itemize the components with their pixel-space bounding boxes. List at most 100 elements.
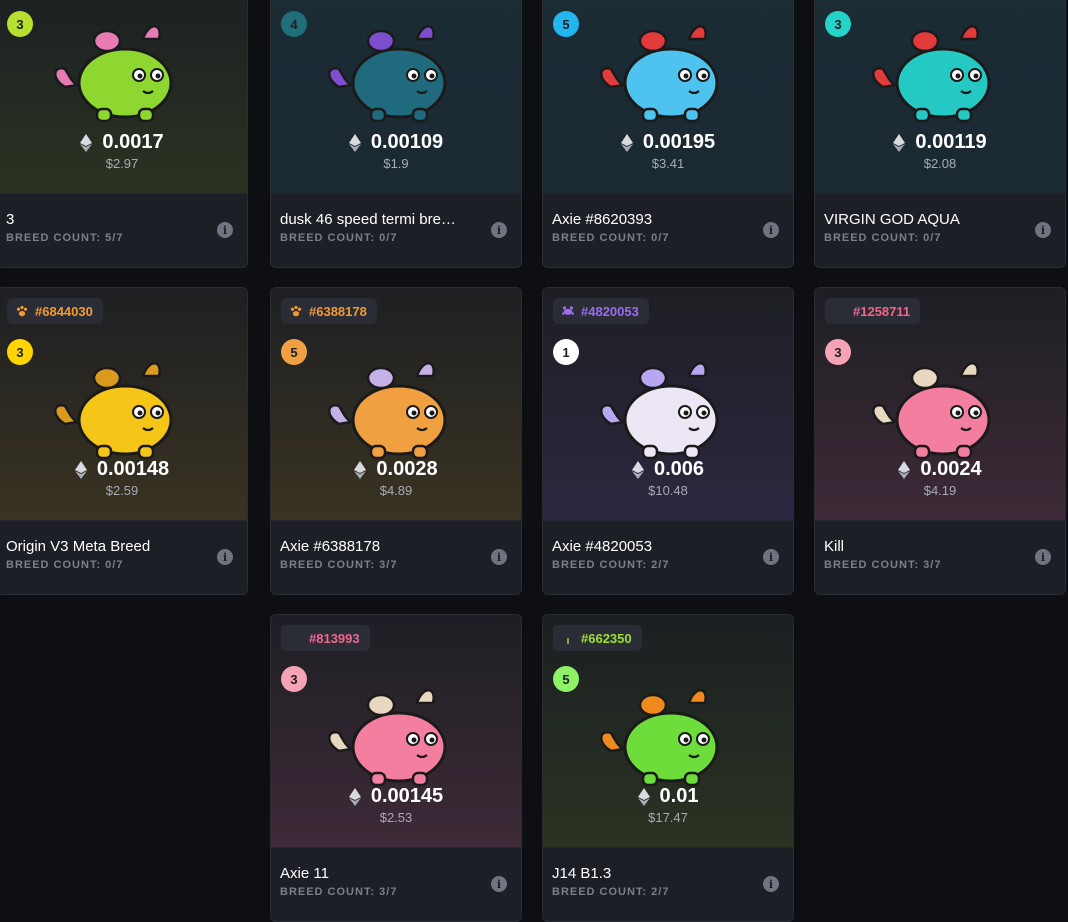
price-usd: $4.19 (923, 483, 957, 498)
price-eth: 0.0017 (102, 131, 164, 153)
class-id-tag: #662350 (553, 625, 642, 651)
axie-card-footer: VIRGIN GOD AQUA BREED COUNT: 0/7 i (815, 193, 1065, 267)
axie-card[interactable]: #4820053 1 0.006 $10.48 Axie #4820053 BREED … (542, 287, 794, 595)
info-icon[interactable]: i (1035, 222, 1051, 238)
axie-card-preview: #6388178 5 0.0028 $4.89 (271, 288, 521, 520)
axie-card[interactable]: #662350 5 0.01 $17.47 J14 B1.3 BREED COUNT: … (542, 614, 794, 922)
breed-stage-badge: 4 (281, 11, 307, 37)
class-id-tag: #1258711 (825, 298, 921, 324)
axie-card-footer: 3 BREED COUNT: 5/7 i (0, 193, 247, 267)
axie-illustration-shape (328, 362, 447, 460)
price-usd: $4.89 (379, 483, 413, 498)
price-eth: 0.01 (659, 785, 699, 807)
price-eth: 0.00195 (642, 131, 716, 153)
ethereum-icon (893, 133, 906, 152)
info-icon[interactable]: i (1035, 549, 1051, 565)
axie-card[interactable]: #813993 3 0.00145 $2.53 Axie 11 BREED COUNT:… (270, 614, 522, 922)
info-icon[interactable]: i (491, 549, 507, 565)
axie-card-footer: Axie #6388178 BREED COUNT: 3/7 i (271, 520, 521, 594)
axie-card-footer: Axie #4820053 BREED COUNT: 2/7 i (543, 520, 793, 594)
axie-id-label: #1258711 (853, 303, 911, 319)
info-icon[interactable]: i (491, 876, 507, 892)
axie-illustration-shape (600, 689, 719, 787)
breed-count: BREED COUNT: 0/7 (552, 232, 670, 244)
axie-card-preview: 5 0.00195 $3.41 (543, 0, 793, 193)
paw-icon (289, 304, 303, 318)
axie-card-footer: Kill BREED COUNT: 3/7 i (815, 520, 1065, 594)
axie-image (865, 17, 1015, 127)
price-eth: 0.00119 (915, 131, 987, 153)
axie-card[interactable]: 4 0.00109 $1.9 dusk 46 speed termi bre… BRE… (270, 0, 522, 268)
axie-id-label: #813993 (309, 630, 360, 646)
axie-name: Axie #8620393 (552, 211, 653, 228)
axie-card[interactable]: #6388178 5 0.0028 $4.89 Axie #6388178 BREED … (270, 287, 522, 595)
price-usd: $2.59 (105, 483, 139, 498)
breed-count: BREED COUNT: 3/7 (280, 559, 398, 571)
axie-card-footer: Axie #8620393 BREED COUNT: 0/7 i (543, 193, 793, 267)
price-usd: $2.08 (923, 156, 957, 171)
ethereum-icon (637, 787, 650, 806)
price-eth: 0.00109 (370, 131, 444, 153)
axie-illustration-shape (54, 362, 173, 460)
price-eth: 0.00145 (370, 785, 444, 807)
class-id-tag: #813993 (281, 625, 370, 651)
axie-image (321, 17, 471, 127)
axie-card[interactable]: #1258711 3 0.0024 $4.19 Kill BREED COUNT: 3/… (814, 287, 1066, 595)
price-line: 0.00145 (271, 785, 521, 808)
breed-count: BREED COUNT: 0/7 (824, 232, 942, 244)
axie-card[interactable]: 3 0.0017 $2.97 3 BREED COUNT: 5/7 i (0, 0, 248, 268)
axie-card-preview: 4 0.00109 $1.9 (271, 0, 521, 193)
axie-card[interactable]: 3 0.00119 $2.08 VIRGIN GOD AQUA BREED COUNT… (814, 0, 1066, 268)
axie-name: Axie #6388178 (280, 538, 381, 555)
price-usd: $3.41 (651, 156, 685, 171)
breed-count: BREED COUNT: 3/7 (824, 559, 942, 571)
price-line: 0.00119 (815, 131, 1065, 154)
axie-illustration-shape (600, 362, 719, 460)
axie-card[interactable]: #6844030 3 0.00148 $2.59 Origin V3 Meta Bre… (0, 287, 248, 595)
info-icon[interactable]: i (217, 549, 233, 565)
breed-count: BREED COUNT: 3/7 (280, 886, 398, 898)
paw-icon (15, 304, 29, 318)
info-icon[interactable]: i (763, 876, 779, 892)
breed-stage-badge: 3 (825, 11, 851, 37)
breed-count: BREED COUNT: 5/7 (6, 232, 124, 244)
price-line: 0.0017 (0, 131, 247, 154)
price-line: 0.01 (543, 785, 793, 808)
axie-name: Kill (824, 538, 845, 555)
breed-stage-badge: 1 (553, 339, 579, 365)
price-usd: $1.9 (383, 156, 409, 171)
breed-stage-badge: 5 (553, 666, 579, 692)
class-id-tag: #4820053 (553, 298, 649, 324)
axie-card[interactable]: 5 0.00195 $3.41 Axie #8620393 BREED COUNT: … (542, 0, 794, 268)
axie-name: VIRGIN GOD AQUA (824, 211, 960, 228)
axie-name: Axie 11 (280, 865, 329, 882)
bug-icon (561, 304, 575, 318)
axie-illustration-shape (872, 25, 991, 123)
price-line: 0.00109 (271, 131, 521, 154)
breed-count: BREED COUNT: 0/7 (280, 232, 398, 244)
axie-image (865, 354, 1015, 464)
axie-name: dusk 46 speed termi bre… (280, 211, 456, 228)
price-usd: $10.48 (648, 483, 688, 498)
price-line: 0.0024 (815, 458, 1065, 481)
axie-name: Origin V3 Meta Breed (6, 538, 151, 555)
info-icon[interactable]: i (763, 549, 779, 565)
price-eth: 0.006 (653, 458, 705, 480)
breed-stage-badge: 3 (281, 666, 307, 692)
ethereum-icon (348, 133, 361, 152)
axie-image (47, 354, 197, 464)
info-icon[interactable]: i (491, 222, 507, 238)
info-icon[interactable]: i (217, 222, 233, 238)
info-icon[interactable]: i (763, 222, 779, 238)
breed-count: BREED COUNT: 2/7 (552, 559, 670, 571)
class-id-tag: #6844030 (7, 298, 103, 324)
price-eth: 0.0028 (376, 458, 438, 480)
axie-illustration-shape (328, 25, 447, 123)
axie-image (593, 354, 743, 464)
axie-name: J14 B1.3 (552, 865, 612, 882)
price-line: 0.00148 (0, 458, 247, 481)
axie-image (321, 354, 471, 464)
axie-image (593, 17, 743, 127)
price-line: 0.0028 (271, 458, 521, 481)
ethereum-icon (354, 460, 367, 479)
